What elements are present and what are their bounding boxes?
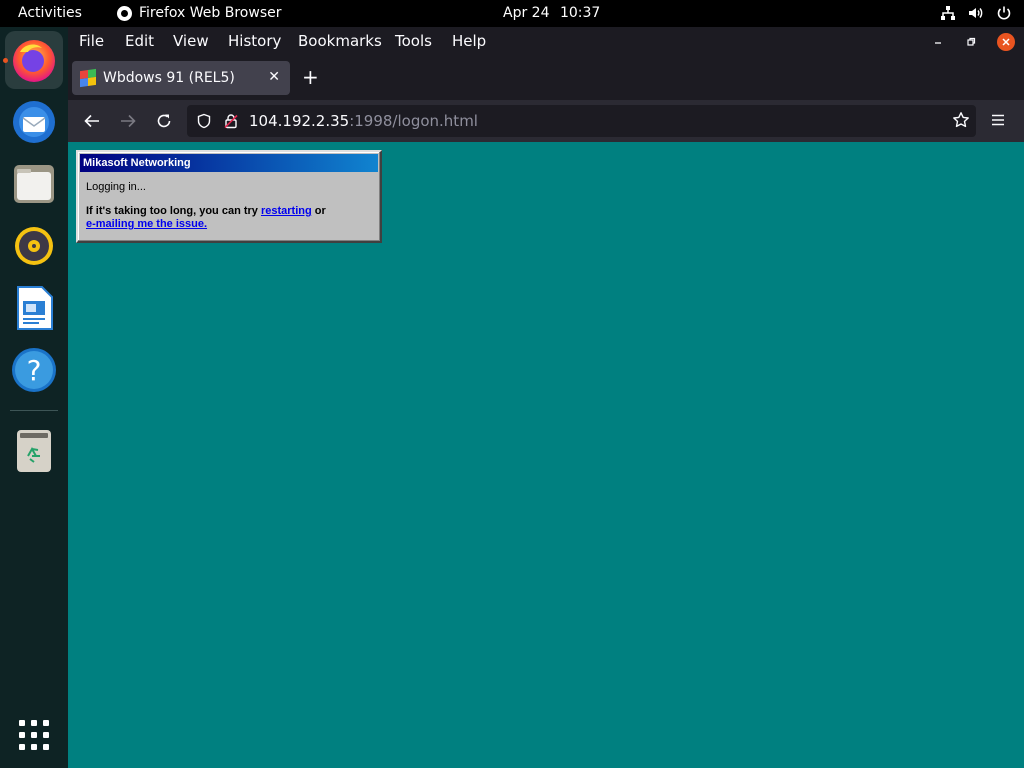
tab-title: Wbdows 91 (REL5) (103, 70, 235, 86)
shield-icon[interactable] (196, 113, 212, 133)
activities-button[interactable]: Activities (18, 5, 82, 21)
tab-active[interactable]: Wbdows 91 (REL5) ✕ (72, 61, 290, 95)
reload-button[interactable] (154, 111, 174, 131)
navigation-toolbar: 104.192.2.35:1998/logon.html (68, 100, 1024, 142)
url-bar[interactable]: 104.192.2.35:1998/logon.html (187, 105, 976, 137)
show-applications-icon[interactable] (19, 720, 49, 750)
forward-button[interactable] (118, 111, 138, 131)
clock[interactable]: Apr 24 10:37 (503, 5, 600, 21)
back-button[interactable] (82, 111, 102, 131)
menu-file[interactable]: File (79, 32, 104, 50)
help-icon: ? (12, 348, 56, 392)
forward-arrow-icon (121, 114, 136, 128)
tab-close-icon[interactable]: ✕ (268, 69, 280, 85)
dialog-title: Mikasoft Networking (80, 154, 378, 172)
dialog-body: Logging in... If it's taking too long, y… (78, 172, 380, 240)
menu-help[interactable]: Help (452, 32, 486, 50)
tab-bar: Wbdows 91 (REL5) ✕ + (68, 56, 1024, 100)
system-tray[interactable] (940, 5, 1012, 21)
url-text[interactable]: 104.192.2.35:1998/logon.html (249, 112, 478, 130)
bookmark-star-icon[interactable] (952, 111, 970, 133)
page-viewport: Mikasoft Networking Logging in... If it'… (68, 142, 1024, 768)
new-tab-icon[interactable]: + (302, 67, 319, 87)
dock-help[interactable]: ? (5, 341, 63, 399)
menu-view[interactable]: View (173, 32, 209, 50)
dock-thunderbird[interactable] (5, 93, 63, 151)
reload-icon (157, 114, 171, 128)
menu-tools[interactable]: Tools (395, 32, 432, 50)
dock-separator (10, 410, 58, 411)
url-host: 104.192.2.35 (249, 112, 350, 130)
menu-history[interactable]: History (228, 32, 281, 50)
dock: ? (0, 27, 68, 768)
menu-bar: File Edit View History Bookmarks Tools H… (68, 27, 1024, 56)
svg-text:?: ? (27, 354, 42, 387)
close-window-button[interactable] (997, 33, 1015, 51)
dock-firefox[interactable] (3, 31, 63, 89)
volume-icon (968, 5, 984, 21)
trash-icon (17, 430, 51, 472)
clock-time: 10:37 (559, 5, 601, 21)
restore-icon (967, 37, 976, 46)
windows-logo-icon (80, 68, 96, 88)
maximize-button[interactable] (962, 33, 980, 51)
back-arrow-icon (84, 114, 99, 128)
firefox-window: File Edit View History Bookmarks Tools H… (68, 27, 1024, 768)
status-text: Logging in... (86, 181, 146, 193)
gnome-top-bar: Activities Firefox Web Browser Apr 24 10… (0, 0, 1024, 27)
app-menu[interactable]: Firefox Web Browser (117, 5, 282, 21)
clock-date: Apr 24 (503, 5, 550, 21)
networking-dialog: Mikasoft Networking Logging in... If it'… (76, 150, 382, 243)
hamburger-menu-icon[interactable] (990, 112, 1006, 132)
app-menu-label: Firefox Web Browser (139, 5, 282, 21)
firefox-icon (13, 40, 55, 82)
insecure-lock-icon[interactable] (223, 113, 239, 133)
message-prefix: If it's taking too long, you can try (86, 205, 261, 217)
firefox-mini-icon (117, 5, 132, 21)
network-icon (940, 5, 956, 21)
running-indicator (3, 58, 8, 63)
minimize-icon (935, 42, 941, 44)
help-message: If it's taking too long, you can try res… (86, 205, 372, 231)
rhythmbox-icon (15, 227, 53, 265)
dock-files[interactable] (5, 155, 63, 213)
thunderbird-icon (13, 101, 55, 143)
files-icon (14, 165, 54, 203)
message-mid: or (311, 205, 326, 217)
dock-trash[interactable] (5, 421, 63, 479)
dock-libreoffice-writer[interactable] (5, 279, 63, 337)
email-link[interactable]: e-mailing me the issue. (86, 218, 207, 230)
minimize-button[interactable] (929, 33, 947, 51)
url-path: :1998/logon.html (349, 112, 478, 130)
menu-bookmarks[interactable]: Bookmarks (298, 32, 382, 50)
close-icon (1002, 38, 1010, 46)
libreoffice-writer-icon (17, 286, 53, 330)
dock-rhythmbox[interactable] (5, 217, 63, 275)
menu-edit[interactable]: Edit (125, 32, 154, 50)
restart-link[interactable]: restarting (261, 205, 312, 217)
power-icon (996, 5, 1012, 21)
